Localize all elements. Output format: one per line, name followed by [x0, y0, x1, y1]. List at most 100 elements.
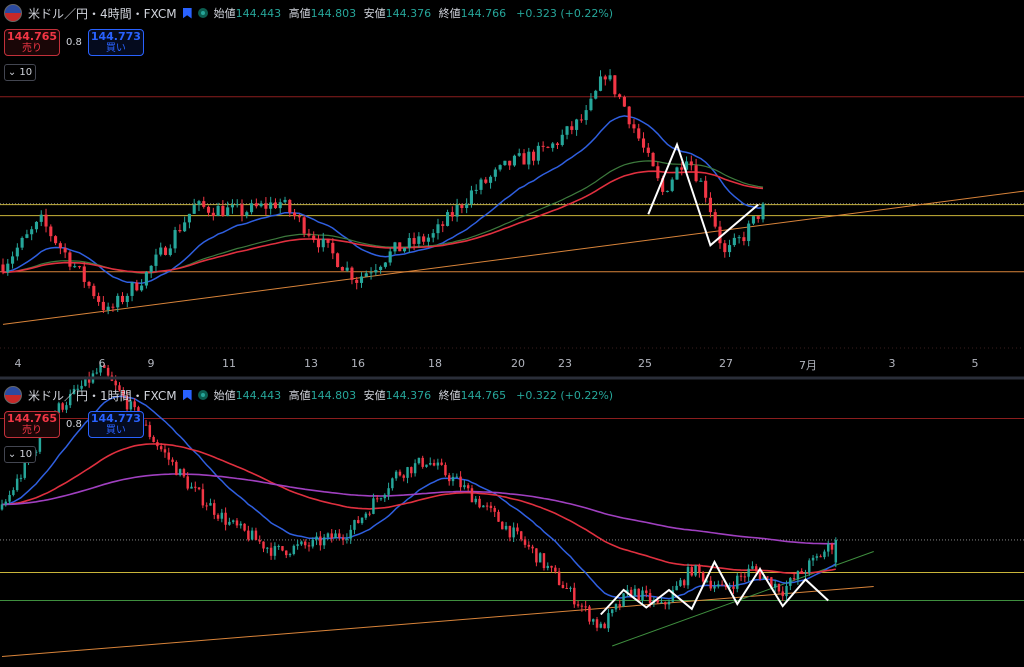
candle-body: [637, 128, 641, 139]
sell-button[interactable]: 144.765 売り: [4, 29, 60, 56]
candle-body: [65, 405, 68, 410]
candle-body: [512, 155, 517, 166]
sell-price: 144.765: [6, 412, 58, 425]
candle-body: [273, 202, 278, 209]
x-tick-label: 9: [147, 357, 155, 370]
candle-body: [197, 201, 201, 205]
candle-body: [292, 545, 296, 554]
candle-body: [599, 623, 603, 628]
candle-body: [470, 488, 474, 503]
candle-body: [465, 204, 469, 208]
candle-body: [375, 498, 379, 500]
candle-body: [489, 176, 493, 183]
candle-body: [699, 180, 703, 182]
candle-body: [595, 619, 599, 628]
candle-body: [54, 236, 58, 244]
market-status-icon: [197, 8, 208, 18]
candle-body: [383, 494, 387, 499]
candle-body: [436, 462, 440, 466]
volume-toggle-1h[interactable]: ⌄ 10: [4, 446, 36, 463]
candle-body: [178, 469, 182, 476]
candle-body: [546, 146, 550, 148]
candle-body: [584, 110, 588, 121]
candle-body: [680, 167, 684, 170]
trade-panel-4h: 144.765 売り 0.8 144.773 買い: [4, 29, 144, 56]
candle-body: [410, 467, 413, 474]
bookmark-icon[interactable]: [182, 389, 192, 401]
buy-label: 買い: [105, 43, 126, 54]
candle-body: [811, 557, 815, 561]
candle-body: [300, 541, 303, 545]
candle-body: [426, 237, 430, 242]
candle-body: [660, 602, 663, 604]
candle-body: [364, 513, 368, 518]
symbol-title[interactable]: 米ドル／円・4時間・FXCM: [28, 5, 177, 22]
candle-body: [618, 94, 622, 97]
open-label: 始値: [213, 389, 236, 402]
candle-body: [728, 245, 732, 253]
high-label: 高値: [288, 389, 311, 402]
candle-body: [531, 546, 534, 549]
candle-body: [30, 229, 34, 235]
candle-body: [338, 533, 341, 538]
candle-body: [364, 273, 368, 277]
candle-body: [220, 512, 224, 519]
candle-body: [463, 485, 466, 488]
candle-body: [826, 543, 830, 552]
candle-body: [627, 106, 631, 125]
buy-button[interactable]: 144.773 買い: [87, 29, 144, 56]
candle-body: [336, 253, 340, 268]
candle-body: [431, 233, 435, 238]
symbol-title[interactable]: 米ドル／円・1時間・FXCM: [28, 387, 177, 404]
candle-body: [754, 566, 758, 572]
candle-body: [646, 147, 650, 153]
volume-toggle-4h[interactable]: ⌄ 10: [4, 64, 36, 81]
candle-body: [175, 461, 178, 476]
candle-body: [369, 272, 373, 274]
candle-body: [8, 494, 11, 502]
x-tick-label: 13: [304, 357, 318, 370]
candle-body: [766, 576, 769, 578]
candle-body: [444, 464, 447, 476]
candle-body: [349, 529, 352, 539]
candle-body: [588, 606, 591, 622]
chevron-down-icon: ⌄: [7, 67, 17, 78]
high-value: 144.803: [310, 7, 357, 20]
candle-body: [713, 212, 717, 227]
candle-body: [345, 538, 349, 540]
sell-button[interactable]: 144.765 売り: [4, 411, 60, 438]
candle-body: [228, 521, 231, 525]
candle-body: [350, 267, 354, 280]
buy-price: 144.773: [90, 30, 141, 43]
candle-body: [360, 517, 364, 524]
candle-body: [345, 267, 349, 271]
candle-body: [278, 202, 282, 209]
candle-body: [579, 119, 583, 121]
candle-body: [522, 153, 526, 165]
bookmark-icon[interactable]: [182, 7, 192, 19]
candle-body: [168, 248, 172, 255]
candle-body: [15, 247, 19, 257]
candle-body: [331, 242, 335, 254]
chart-4h-plot[interactable]: [0, 69, 1024, 349]
candle-body: [355, 279, 359, 283]
candle-body: [149, 265, 153, 272]
candle-body: [747, 568, 750, 577]
candle-body: [111, 306, 115, 308]
close-label: 終値: [438, 7, 461, 20]
candle-body: [398, 242, 402, 252]
candle-body: [106, 367, 110, 376]
candle-body: [614, 604, 618, 610]
chart-1h-plot[interactable]: [0, 361, 1024, 667]
candle-body: [341, 537, 345, 540]
candle-body: [125, 295, 129, 302]
candle-body: [4, 501, 8, 505]
candle-body: [159, 247, 163, 255]
candle-body: [307, 545, 311, 547]
candle-body: [240, 204, 244, 216]
chart-canvas[interactable]: [0, 0, 1024, 667]
candle-body: [641, 138, 646, 148]
candle-body: [694, 565, 697, 576]
buy-button[interactable]: 144.773 買い: [87, 411, 144, 438]
candle-body: [226, 207, 230, 216]
